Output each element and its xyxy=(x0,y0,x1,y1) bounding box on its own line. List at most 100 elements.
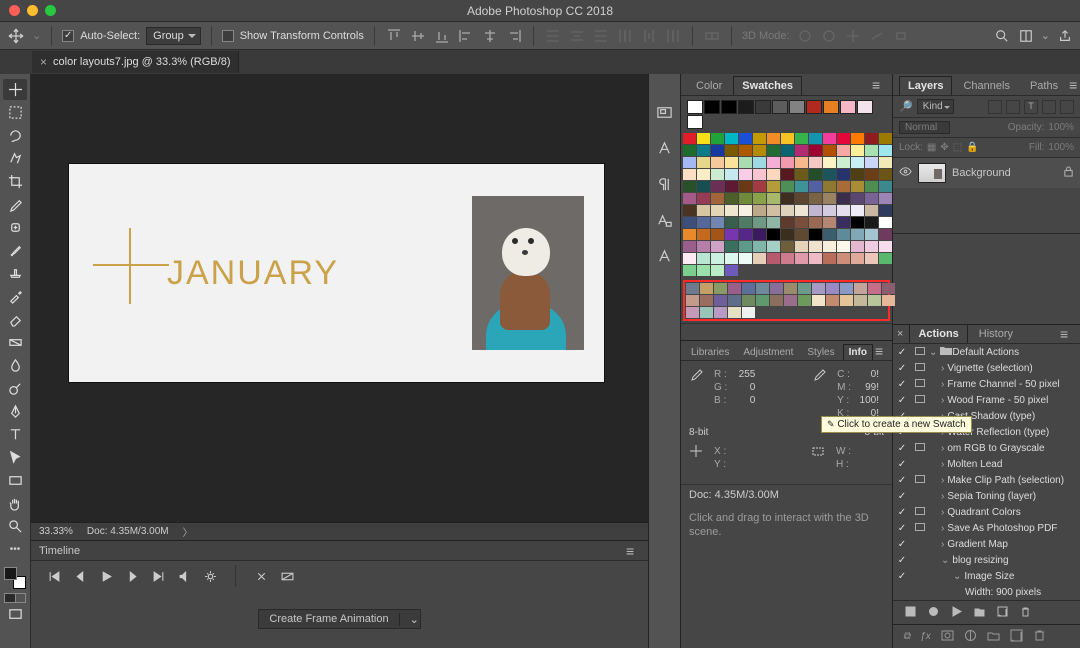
swatch[interactable] xyxy=(781,229,794,240)
swatch[interactable] xyxy=(795,181,808,192)
character-icon[interactable] xyxy=(655,138,675,158)
swatch[interactable] xyxy=(711,241,724,252)
swatch[interactable] xyxy=(767,193,780,204)
swatch[interactable] xyxy=(781,181,794,192)
swatch[interactable] xyxy=(686,283,699,294)
canvas-area[interactable]: JANUARY xyxy=(31,74,648,522)
action-row[interactable]: ✓›Quadrant Colors xyxy=(893,504,1080,520)
swatch[interactable] xyxy=(725,229,738,240)
edit-toolbar[interactable]: ••• xyxy=(3,539,27,560)
opacity-field[interactable]: 100% xyxy=(1048,122,1074,133)
swatch[interactable] xyxy=(767,133,780,144)
swatch[interactable] xyxy=(725,217,738,228)
zoom-level[interactable]: 33.33% xyxy=(39,526,73,537)
swatch[interactable] xyxy=(851,169,864,180)
swatch[interactable] xyxy=(767,181,780,192)
swatch[interactable] xyxy=(823,217,836,228)
crop-tool[interactable] xyxy=(3,171,27,192)
path-selection-tool[interactable] xyxy=(3,447,27,468)
swatch[interactable] xyxy=(851,217,864,228)
swatch[interactable] xyxy=(711,253,724,264)
character-styles-icon[interactable] xyxy=(655,210,675,230)
swatch[interactable] xyxy=(851,229,864,240)
swatch[interactable] xyxy=(865,241,878,252)
swatch[interactable] xyxy=(711,205,724,216)
swatch[interactable] xyxy=(809,217,822,228)
swatch[interactable] xyxy=(767,205,780,216)
artboard[interactable]: JANUARY xyxy=(69,164,604,382)
swatch[interactable] xyxy=(711,229,724,240)
paragraph-icon[interactable] xyxy=(655,174,675,194)
swatch[interactable] xyxy=(767,253,780,264)
swatch[interactable] xyxy=(711,181,724,192)
swatch[interactable] xyxy=(837,229,850,240)
swatch[interactable] xyxy=(739,193,752,204)
swatch[interactable] xyxy=(879,145,892,156)
swatch[interactable] xyxy=(683,193,696,204)
swatch[interactable] xyxy=(857,100,873,114)
swatch[interactable] xyxy=(711,157,724,168)
tab-adjustments[interactable]: Adjustment xyxy=(737,344,799,360)
swatch[interactable] xyxy=(687,100,703,114)
zoom-tool[interactable] xyxy=(3,516,27,537)
swatch[interactable] xyxy=(753,205,766,216)
window-minimize[interactable] xyxy=(27,5,38,16)
swatch[interactable] xyxy=(683,133,696,144)
swatch[interactable] xyxy=(725,181,738,192)
swatch[interactable] xyxy=(823,205,836,216)
action-row[interactable]: ✓›Make Clip Path (selection) xyxy=(893,472,1080,488)
swatch[interactable] xyxy=(697,253,710,264)
swatch[interactable] xyxy=(795,169,808,180)
layer-name[interactable]: Background xyxy=(952,167,1011,179)
swatch[interactable] xyxy=(683,265,696,276)
swatch[interactable] xyxy=(854,283,867,294)
audio-icon[interactable] xyxy=(177,569,191,583)
swatch[interactable] xyxy=(772,100,788,114)
action-row[interactable]: ✓›Frame Channel - 50 pixel xyxy=(893,376,1080,392)
swatch[interactable] xyxy=(781,217,794,228)
trash-icon[interactable] xyxy=(1033,629,1046,645)
swatch[interactable] xyxy=(753,157,766,168)
swatch[interactable] xyxy=(683,169,696,180)
swatch[interactable] xyxy=(725,265,738,276)
swatch[interactable] xyxy=(756,295,769,306)
tab-actions[interactable]: Actions xyxy=(909,324,967,343)
swatch[interactable] xyxy=(739,217,752,228)
type-tool[interactable] xyxy=(3,424,27,445)
align-top-icon[interactable] xyxy=(385,27,403,45)
actions-list[interactable]: ✓⌄Default Actions✓›Vignette (selection)✓… xyxy=(893,344,1080,600)
next-frame-icon[interactable] xyxy=(125,569,139,583)
blur-tool[interactable] xyxy=(3,355,27,376)
swatch[interactable] xyxy=(781,193,794,204)
swatch[interactable] xyxy=(795,205,808,216)
swatch[interactable] xyxy=(739,229,752,240)
swatch[interactable] xyxy=(738,100,754,114)
fill-field[interactable]: 100% xyxy=(1048,142,1074,153)
action-row[interactable]: ✓⌄blog resizing xyxy=(893,552,1080,568)
timeline-options-icon[interactable] xyxy=(203,569,217,583)
swatch[interactable] xyxy=(683,229,696,240)
swatch[interactable] xyxy=(882,283,895,294)
swatch[interactable] xyxy=(806,100,822,114)
swatch[interactable] xyxy=(837,193,850,204)
eraser-tool[interactable] xyxy=(3,309,27,330)
lock-all-icon[interactable]: 🔒 xyxy=(966,142,978,153)
distribute-left-icon[interactable] xyxy=(616,27,634,45)
swatch[interactable] xyxy=(700,295,713,306)
swatch[interactable] xyxy=(784,295,797,306)
swatch[interactable] xyxy=(823,241,836,252)
swatch[interactable] xyxy=(770,283,783,294)
swatch[interactable] xyxy=(823,169,836,180)
new-layer-icon[interactable] xyxy=(1010,629,1023,645)
swatch[interactable] xyxy=(697,193,710,204)
swatch[interactable] xyxy=(865,229,878,240)
swatch[interactable] xyxy=(753,229,766,240)
lock-icon[interactable] xyxy=(1063,166,1074,180)
swatch[interactable] xyxy=(823,145,836,156)
show-transform-checkbox[interactable] xyxy=(222,30,234,42)
swatch[interactable] xyxy=(879,133,892,144)
dodge-tool[interactable] xyxy=(3,378,27,399)
swatch[interactable] xyxy=(739,205,752,216)
glyphs-icon[interactable] xyxy=(655,246,675,266)
split-icon[interactable] xyxy=(254,569,268,583)
